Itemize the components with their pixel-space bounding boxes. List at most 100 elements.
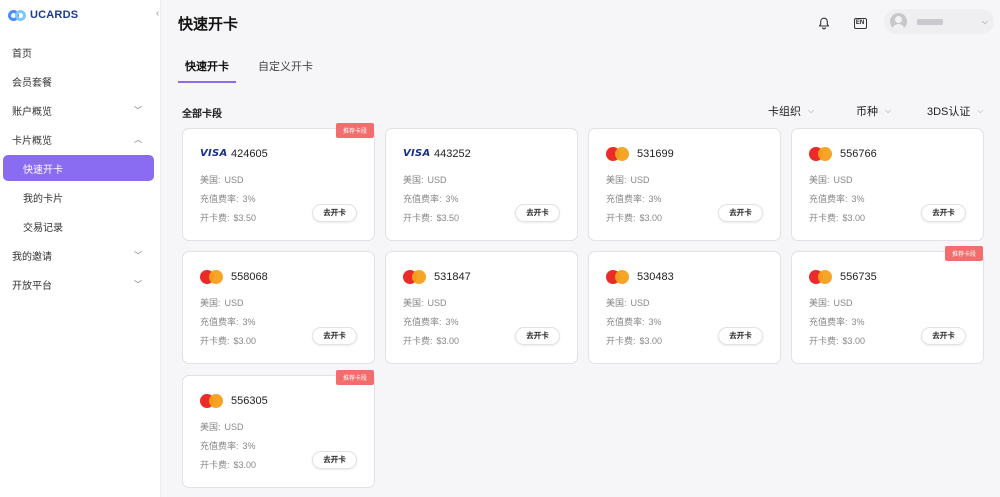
currency-value: USD [630, 175, 650, 185]
rate-row: 充值费率: 3% [606, 315, 662, 328]
sidebar: UCARDS ‹ 首页 会员套餐 账户概览 ﹀ 卡片概览 ︿ 快速开卡 我的卡片 交易记录 我的邀… [0, 0, 161, 497]
rate-label: 充值费率: [606, 317, 645, 327]
tab[interactable]: 自定义开卡 [251, 54, 320, 83]
recommended-badge: 推荐卡段 [335, 123, 374, 138]
currency-label: 美国: [403, 298, 424, 308]
currency-row: 美国: USD [606, 296, 650, 309]
sidebar-item-label: 快速开卡 [23, 164, 63, 176]
sidebar-item[interactable]: 我的邀请 ﹀ [0, 241, 161, 270]
currency-label: 美国: [403, 175, 424, 185]
fee-value: $3.00 [436, 336, 460, 346]
open-card-button[interactable]: 去开卡 [515, 327, 560, 345]
currency-row: 美国: USD [200, 296, 244, 309]
language-switch[interactable]: EN [848, 11, 872, 35]
currency-label: 美国: [809, 175, 830, 185]
currency-value: USD [427, 175, 447, 185]
currency-value: USD [224, 175, 244, 185]
rate-row: 充值费率: 3% [200, 315, 256, 328]
fee-row: 开卡费: $3.00 [606, 334, 662, 347]
sidebar-nav: 首页 会员套餐 账户概览 ﹀ 卡片概览 ︿ 快速开卡我的卡片交易记录我的邀请 ﹀ 开放平台 ﹀ [0, 38, 161, 299]
chevron-down-icon: ﹀ [134, 251, 142, 260]
fee-value: $3.00 [842, 336, 866, 346]
currency-row: 美国: USD [809, 296, 853, 309]
rate-label: 充值费率: [606, 194, 645, 204]
chevron-down-icon: ﹀ [134, 280, 142, 289]
rate-label: 充值费率: [200, 194, 239, 204]
recommended-badge: 推荐卡段 [944, 246, 983, 261]
sidebar-item[interactable]: 首页 [0, 38, 161, 67]
rate-label: 充值费率: [809, 317, 848, 327]
sidebar-item-label: 交易记录 [23, 223, 63, 234]
recommended-badge: 推荐卡段 [335, 370, 374, 385]
fee-row: 开卡费: $3.00 [403, 334, 459, 347]
open-card-button[interactable]: 去开卡 [312, 204, 357, 222]
user-menu[interactable]: ⌵ [884, 9, 994, 34]
bin-card: 530483 美国: USD 充值费率: 3% 开卡费: $3.00 去开卡 [588, 251, 781, 364]
card-bin: 531847 [434, 271, 471, 283]
fee-label: 开卡费: [200, 460, 230, 470]
fee-row: 开卡费: $3.50 [200, 211, 256, 224]
open-card-button[interactable]: 去开卡 [921, 327, 966, 345]
sidebar-item[interactable]: 开放平台 ﹀ [0, 270, 161, 299]
filter-label: 币种 [856, 106, 878, 118]
mastercard-logo-icon [403, 270, 429, 284]
sidebar-item-label: 开放平台 [12, 281, 52, 292]
language-icon: EN [853, 17, 867, 29]
fee-value: $3.50 [233, 213, 257, 223]
currency-row: 美国: USD [606, 173, 650, 186]
open-card-button[interactable]: 去开卡 [312, 327, 357, 345]
currency-value: USD [224, 422, 244, 432]
fee-label: 开卡费: [403, 213, 433, 223]
sidebar-item[interactable]: 账户概览 ﹀ [0, 96, 161, 125]
rate-value: 3% [851, 194, 865, 204]
rate-label: 充值费率: [200, 317, 239, 327]
rate-row: 充值费率: 3% [809, 315, 865, 328]
fee-row: 开卡费: $3.00 [809, 334, 865, 347]
filter-currency[interactable]: 币种 ⌵ [856, 103, 891, 119]
rate-value: 3% [242, 194, 256, 204]
card-bin: 530483 [637, 271, 674, 283]
sidebar-item[interactable]: 快速开卡 [3, 155, 154, 181]
fee-value: $3.00 [233, 336, 257, 346]
sidebar-item[interactable]: 交易记录 [0, 212, 161, 241]
rate-row: 充值费率: 3% [200, 192, 256, 205]
open-card-button[interactable]: 去开卡 [718, 327, 763, 345]
rate-row: 充值费率: 3% [403, 192, 459, 205]
open-card-button[interactable]: 去开卡 [718, 204, 763, 222]
tab[interactable]: 快速开卡 [178, 54, 236, 83]
fee-label: 开卡费: [200, 213, 230, 223]
bin-card: 558068 美国: USD 充值费率: 3% 开卡费: $3.00 去开卡 [182, 251, 375, 364]
filter-3ds[interactable]: 3DS认证 ⌵ [927, 103, 983, 119]
fee-label: 开卡费: [606, 336, 636, 346]
rate-value: 3% [648, 194, 662, 204]
sidebar-item[interactable]: 会员套餐 [0, 67, 161, 96]
fee-value: $3.00 [639, 336, 663, 346]
rate-value: 3% [445, 317, 459, 327]
mastercard-logo-icon [809, 147, 835, 161]
bin-card: 556766 美国: USD 充值费率: 3% 开卡费: $3.00 去开卡 [791, 128, 984, 241]
logo[interactable]: UCARDS [8, 8, 78, 22]
fee-label: 开卡费: [200, 336, 230, 346]
collapse-sidebar-icon[interactable]: ‹ [156, 8, 166, 20]
rate-row: 充值费率: 3% [403, 315, 459, 328]
mastercard-logo-icon [809, 270, 835, 284]
filter-card-network[interactable]: 卡组织 ⌵ [768, 103, 814, 119]
sidebar-item[interactable]: 我的卡片 [0, 183, 161, 212]
logo-icon [8, 8, 28, 22]
rate-value: 3% [648, 317, 662, 327]
bell-icon[interactable] [812, 11, 836, 35]
fee-row: 开卡费: $3.50 [403, 211, 459, 224]
mastercard-logo-icon [200, 394, 226, 408]
card-bin: 556766 [840, 148, 877, 160]
rate-label: 充值费率: [200, 441, 239, 451]
open-card-button[interactable]: 去开卡 [921, 204, 966, 222]
mastercard-logo-icon [606, 270, 632, 284]
currency-label: 美国: [606, 298, 627, 308]
rate-row: 充值费率: 3% [606, 192, 662, 205]
chevron-down-icon: ﹀ [134, 106, 142, 115]
open-card-button[interactable]: 去开卡 [312, 451, 357, 469]
sidebar-item[interactable]: 卡片概览 ︿ [0, 125, 161, 154]
bin-card: 推荐卡段 556305 美国: USD 充值费率: 3% 开卡费: $3.00 去开卡 [182, 370, 375, 488]
fee-label: 开卡费: [606, 213, 636, 223]
open-card-button[interactable]: 去开卡 [515, 204, 560, 222]
